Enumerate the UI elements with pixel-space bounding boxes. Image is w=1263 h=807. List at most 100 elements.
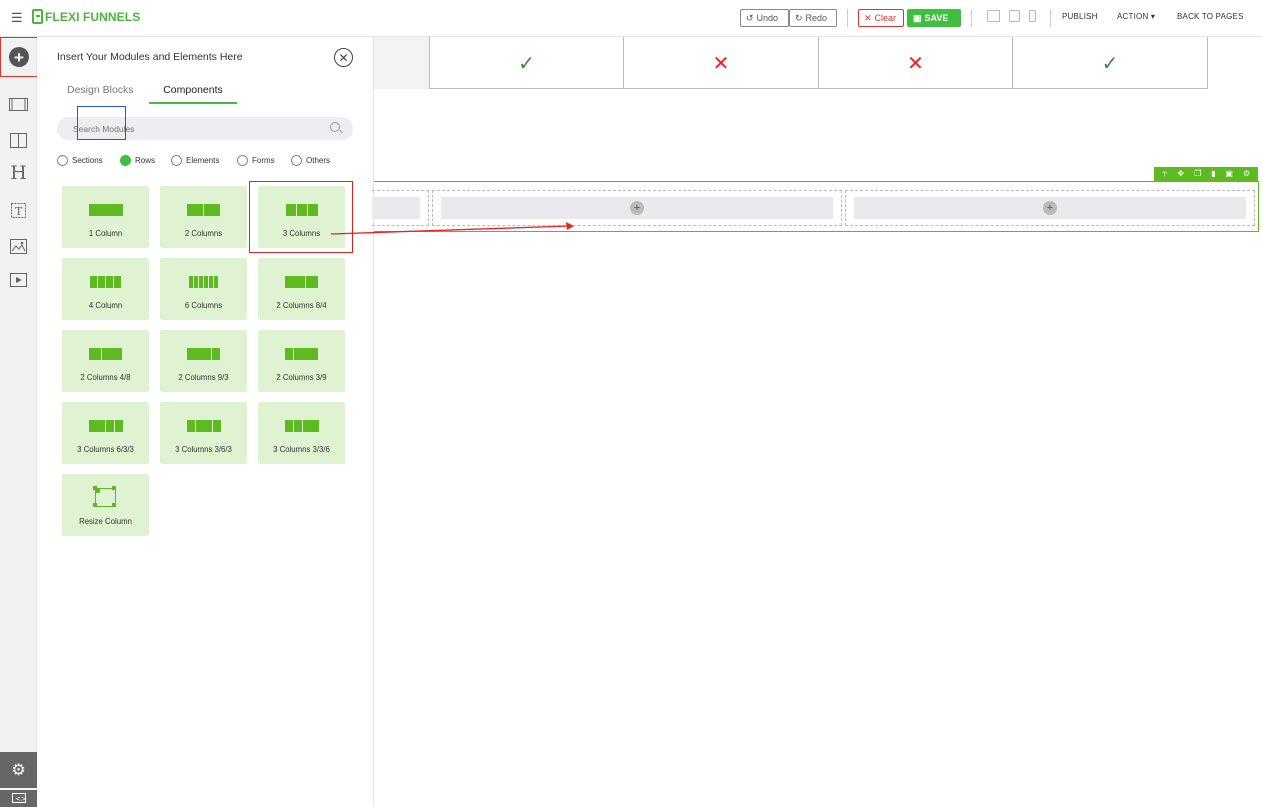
column-2[interactable]: + — [432, 190, 842, 226]
filter-label: Forms — [252, 156, 275, 165]
heading-icon[interactable]: H — [9, 162, 28, 184]
add-module-button[interactable]: + — [0, 37, 38, 77]
tile-2-columns[interactable]: 2 Columns — [160, 186, 247, 248]
save-button[interactable]: ▣ SAVE — [907, 9, 961, 27]
settings-gear-icon[interactable]: ⚙ — [1243, 170, 1250, 178]
tile-label: Resize Column — [79, 517, 132, 526]
tile-2-columns-8-4[interactable]: 2 Columns 8/4 — [258, 258, 345, 320]
left-icon-rail: + H T ⚙ <> — [0, 37, 38, 807]
save-icon: ▣ — [913, 12, 922, 23]
column-slot[interactable] — [372, 197, 420, 219]
tile-4-column[interactable]: 4 Column — [62, 258, 149, 320]
columns-3-9-icon — [258, 348, 345, 360]
close-icon[interactable]: ✕ — [334, 48, 353, 67]
save-icon[interactable]: ▣ — [1225, 170, 1233, 178]
columns-icon[interactable] — [9, 132, 28, 148]
filter-label: Rows — [135, 156, 156, 165]
radio-dot — [291, 155, 302, 166]
tile-label: 3 Columns 6/3/3 — [77, 445, 134, 454]
panel-title: Insert Your Modules and Elements Here — [57, 51, 243, 63]
tile-resize-column[interactable]: Resize Column — [62, 474, 149, 536]
tile-2-columns-3-9[interactable]: 2 Columns 3/9 — [258, 330, 345, 392]
undo-icon: ↺ — [746, 12, 754, 23]
divider — [971, 9, 972, 27]
filter-forms[interactable]: Forms — [237, 155, 275, 166]
check-icon: ✓ — [430, 37, 624, 89]
top-toolbar: ☰ FLEXI FUNNELS ↺ Undo ↻ Redo ✕ Clear ▣ SAVE… — [0, 0, 1263, 37]
move-up-icon[interactable]: 🡡 — [1162, 170, 1168, 178]
tile-label: 2 Columns 9/3 — [178, 373, 229, 382]
video-icon[interactable] — [9, 272, 28, 288]
tile-3-columns-3-3-6[interactable]: 3 Columns 3/3/6 — [258, 402, 345, 464]
divider — [847, 9, 848, 27]
section-icon[interactable] — [9, 96, 28, 112]
search-icon[interactable] — [330, 122, 340, 132]
tile-label: 2 Columns 3/9 — [276, 373, 327, 382]
tile-label: 1 Column — [88, 229, 123, 238]
table-cell — [374, 37, 430, 89]
columns-9-3-icon — [160, 348, 247, 360]
duplicate-icon[interactable]: ❐ — [1194, 170, 1201, 178]
image-icon[interactable] — [9, 238, 28, 254]
settings-gear-icon[interactable]: ⚙ — [0, 752, 37, 788]
code-icon[interactable]: <> — [0, 790, 37, 807]
redo-icon: ↻ — [795, 12, 803, 23]
drag-move-icon[interactable]: ✥ — [1178, 170, 1185, 178]
columns-4-8-icon — [62, 348, 149, 360]
check-icon: ✓ — [1013, 37, 1208, 89]
cross-icon: ✕ — [819, 37, 1013, 89]
filter-label: Others — [306, 156, 331, 165]
tile-label: 3 Columns 3/3/6 — [273, 445, 330, 454]
add-element-icon[interactable]: + — [630, 201, 644, 215]
action-dropdown[interactable]: ACTION ▾ — [1117, 12, 1155, 21]
action-label: ACTION — [1117, 12, 1149, 21]
column-slot[interactable]: + — [441, 197, 833, 219]
save-label: SAVE — [924, 13, 949, 23]
mobile-view-icon[interactable] — [1029, 10, 1036, 22]
back-to-pages-link[interactable]: BACK TO PAGES — [1177, 12, 1244, 21]
radio-dot — [120, 155, 131, 166]
tile-6-columns[interactable]: 6 Columns — [160, 258, 247, 320]
tile-3-columns-6-3-3[interactable]: 3 Columns 6/3/3 — [62, 402, 149, 464]
caret-down-icon: ▾ — [1150, 12, 1156, 21]
tab-components[interactable]: Components — [149, 84, 237, 104]
comparison-table: ✓ ✕ ✕ ✓ — [374, 37, 1208, 89]
filter-elements[interactable]: Elements — [171, 155, 219, 166]
annotation-arrow — [330, 222, 574, 235]
add-element-icon[interactable]: + — [1043, 201, 1057, 215]
filter-sections[interactable]: Sections — [57, 155, 103, 166]
tablet-view-icon[interactable] — [1009, 10, 1020, 22]
column-3[interactable]: + — [845, 190, 1255, 226]
filter-label: Sections — [72, 156, 103, 165]
logo: FLEXI FUNNELS — [32, 9, 140, 24]
tab-design-blocks[interactable]: Design Blocks — [67, 84, 134, 96]
columns-3-3-6-icon — [258, 420, 345, 432]
tile-2-columns-4-8[interactable]: 2 Columns 4/8 — [62, 330, 149, 392]
column-1[interactable] — [372, 190, 429, 226]
clear-button[interactable]: ✕ Clear — [858, 9, 904, 27]
logo-text: FLEXI FUNNELS — [45, 9, 141, 24]
plus-icon: + — [9, 47, 29, 67]
filter-others[interactable]: Others — [291, 155, 330, 166]
undo-label: Undo — [756, 13, 779, 23]
redo-button[interactable]: ↻ Redo — [789, 9, 837, 27]
tile-label: 2 Columns 8/4 — [276, 301, 327, 310]
divider — [1050, 9, 1051, 27]
publish-link[interactable]: PUBLISH — [1062, 12, 1098, 21]
filter-rows[interactable]: Rows — [120, 155, 155, 166]
selected-tile-highlight — [249, 181, 353, 253]
hamburger-menu-icon[interactable]: ☰ — [11, 10, 23, 26]
delete-icon[interactable]: ▮ — [1211, 170, 1215, 178]
tile-3-columns-3-6-3[interactable]: 3 Columns 3/6/3 — [160, 402, 247, 464]
tile-2-columns-9-3[interactable]: 2 Columns 9/3 — [160, 330, 247, 392]
tile-1-column[interactable]: 1 Column — [62, 186, 149, 248]
desktop-view-icon[interactable] — [987, 10, 1000, 22]
rows-highlight-box — [77, 106, 126, 140]
text-icon[interactable]: T — [9, 202, 28, 218]
undo-button[interactable]: ↺ Undo — [740, 9, 789, 27]
svg-text:T: T — [15, 205, 23, 218]
tile-label: 4 Column — [88, 301, 123, 310]
four-columns-icon — [62, 276, 149, 288]
column-slot[interactable]: + — [854, 197, 1246, 219]
tile-label: 2 Columns — [184, 229, 223, 238]
